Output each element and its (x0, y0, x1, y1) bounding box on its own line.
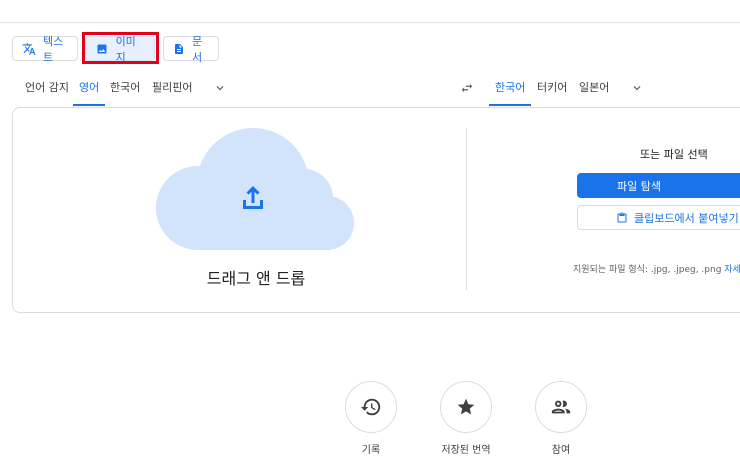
chevron-down-icon[interactable] (630, 81, 644, 95)
contribute-label: 참여 (551, 445, 571, 456)
contribute-item[interactable]: 참여 (516, 381, 606, 456)
paste-from-clipboard-button[interactable]: 클립보드에서 붙여넣기 (577, 205, 740, 230)
translate-icon (22, 42, 36, 56)
tab-target-japanese[interactable]: 일본어 (579, 80, 609, 106)
tab-target-turkish[interactable]: 터키어 (537, 80, 567, 106)
choose-file-label: 또는 파일 선택 (640, 148, 708, 161)
swap-languages-icon[interactable] (459, 81, 475, 95)
browse-files-button[interactable]: 파일 탐색 (577, 173, 740, 198)
panel-divider (466, 128, 467, 290)
saved-label: 저장된 번역 (441, 445, 491, 456)
history-button[interactable] (345, 381, 397, 433)
contribute-button[interactable] (535, 381, 587, 433)
drag-and-drop-label: 드래그 앤 드롭 (206, 269, 306, 288)
star-icon (457, 398, 475, 415)
tab-source-filipino[interactable]: 필리핀어 (152, 80, 192, 106)
learn-more-link[interactable]: 자세히 (724, 265, 740, 275)
image-mode-button[interactable]: 이미지 (85, 35, 155, 64)
history-item[interactable]: 기록 (326, 381, 416, 456)
document-mode-label: 문서 (192, 34, 203, 64)
chevron-down-icon[interactable] (213, 81, 227, 95)
upload-cloud-icon[interactable] (156, 128, 356, 250)
text-mode-label: 텍스트 (43, 34, 64, 64)
text-mode-button[interactable]: 텍스트 (12, 35, 78, 64)
document-icon (173, 42, 185, 56)
tab-source-english[interactable]: 영어 (72, 80, 106, 106)
saved-item[interactable]: 저장된 번역 (421, 381, 511, 456)
people-icon (551, 400, 571, 414)
image-icon (95, 42, 109, 56)
image-mode-label: 이미지 (115, 34, 136, 64)
saved-button[interactable] (440, 381, 492, 433)
supported-formats: 지원되는 파일 형식: .jpg, .jpeg, .png 자세히 (573, 262, 740, 275)
history-icon (360, 398, 381, 416)
supported-formats-text: 지원되는 파일 형식: .jpg, .jpeg, .png (573, 265, 722, 275)
tab-detect-language[interactable]: 언어 감지 (25, 80, 69, 106)
tab-target-korean[interactable]: 한국어 (488, 80, 532, 106)
top-divider (0, 22, 740, 23)
clipboard-icon (616, 212, 628, 224)
history-label: 기록 (361, 445, 381, 456)
tab-source-korean[interactable]: 한국어 (110, 80, 140, 106)
paste-label: 클립보드에서 붙여넣기 (634, 211, 739, 225)
document-mode-button[interactable]: 문서 (163, 35, 219, 64)
